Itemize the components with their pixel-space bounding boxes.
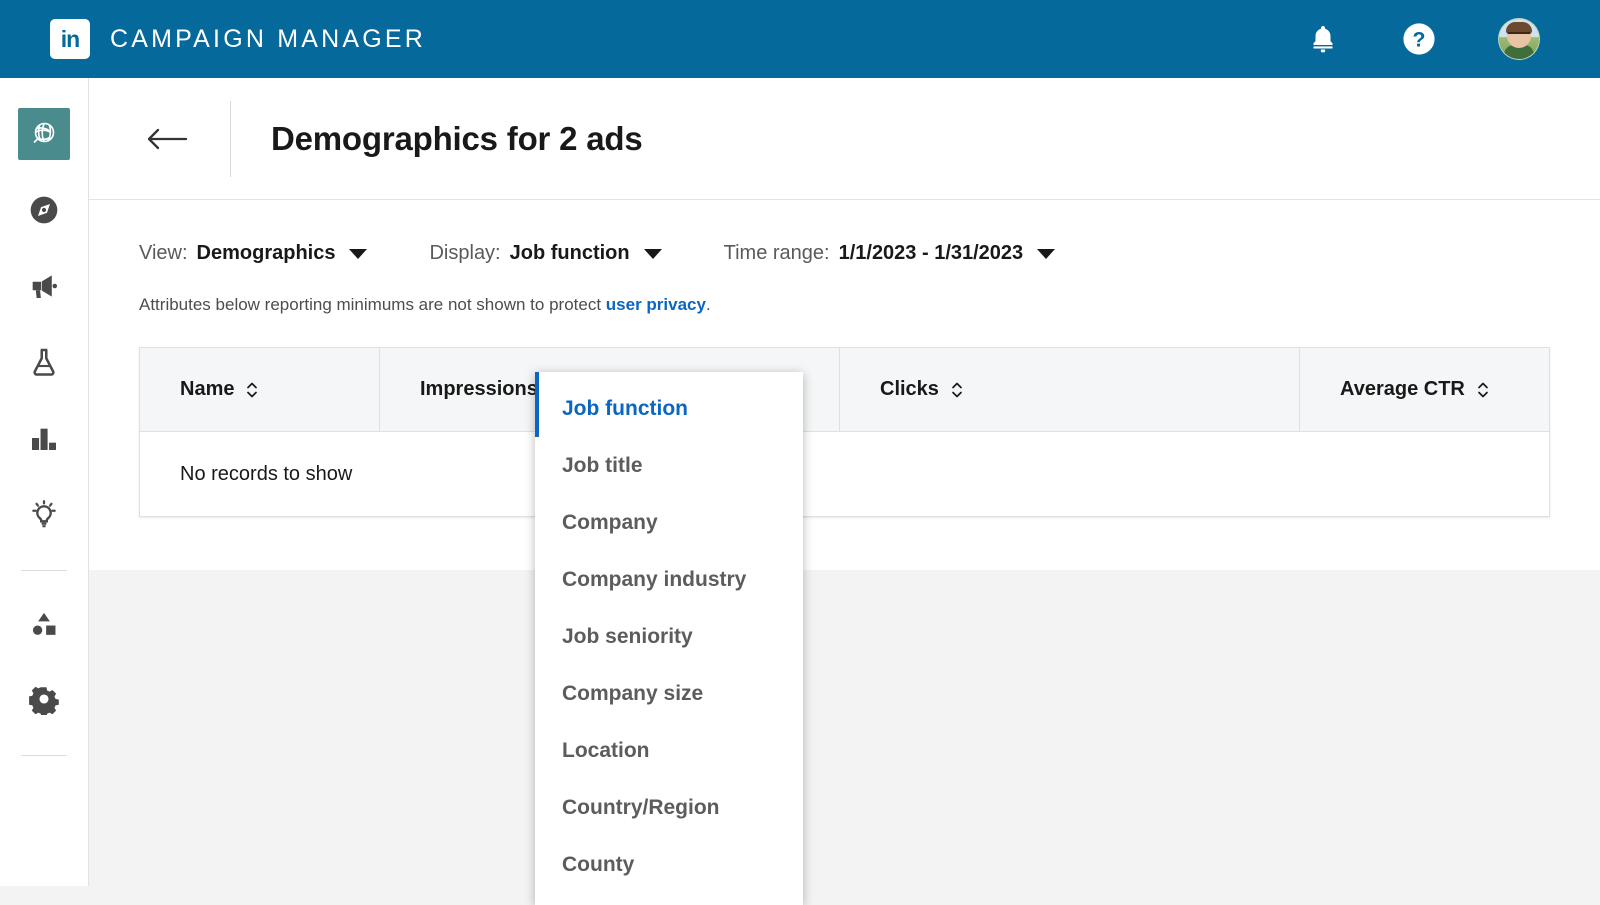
header-divider bbox=[230, 100, 231, 177]
sort-icon bbox=[244, 379, 260, 401]
dropdown-item-label: Company bbox=[562, 510, 658, 534]
sidebar bbox=[0, 78, 89, 886]
header-actions: ? bbox=[1306, 18, 1540, 60]
dropdown-item-location[interactable]: Location bbox=[535, 722, 803, 779]
time-range-filter-label: Time range: bbox=[723, 242, 830, 264]
time-range-filter-value: 1/1/2023 - 1/31/2023 bbox=[838, 242, 1024, 264]
dropdown-item-county[interactable]: County bbox=[535, 836, 803, 893]
column-impressions-label: Impressions bbox=[420, 378, 538, 400]
app-title: CAMPAIGN MANAGER bbox=[110, 24, 427, 53]
sidebar-item-settings[interactable] bbox=[18, 673, 70, 725]
sidebar-item-assets[interactable] bbox=[18, 597, 70, 649]
dropdown-item-job-seniority[interactable]: Job seniority bbox=[535, 608, 803, 665]
dropdown-item-label: Job title bbox=[562, 453, 643, 477]
arrow-left-glyph bbox=[147, 128, 188, 149]
dropdown-item-company[interactable]: Company bbox=[535, 494, 803, 551]
display-filter-value: Job function bbox=[509, 242, 630, 264]
privacy-note-period: . bbox=[705, 295, 711, 314]
dropdown-item-company-industry[interactable]: Company industry bbox=[535, 551, 803, 608]
column-clicks[interactable]: Clicks bbox=[840, 348, 1300, 431]
question-circle-glyph: ? bbox=[1403, 23, 1435, 55]
sort-icon bbox=[949, 379, 965, 401]
linkedin-logo-text: in bbox=[60, 25, 80, 52]
dropdown-item-label: Company size bbox=[562, 681, 704, 705]
column-name[interactable]: Name bbox=[140, 348, 380, 431]
filter-bar: View: Demographics Display: Job function… bbox=[139, 200, 1550, 265]
dropdown-item-label: County bbox=[562, 852, 635, 876]
page-header: Demographics for 2 ads bbox=[89, 78, 1600, 200]
sidebar-item-plan[interactable] bbox=[18, 184, 70, 236]
content-panel: View: Demographics Display: Job function… bbox=[89, 200, 1600, 570]
dropdown-item-label: Job seniority bbox=[562, 624, 693, 648]
column-average-ctr-label: Average CTR bbox=[1340, 378, 1465, 400]
sidebar-item-test[interactable] bbox=[18, 336, 70, 388]
help-icon[interactable]: ? bbox=[1402, 22, 1436, 56]
sidebar-item-account[interactable] bbox=[18, 108, 70, 160]
bar-chart-icon bbox=[32, 428, 56, 450]
main-area: Demographics for 2 ads View: Demographic… bbox=[89, 78, 1600, 905]
dropdown-item-label: Job function bbox=[562, 396, 688, 420]
compass-icon bbox=[30, 196, 58, 224]
lightbulb-icon bbox=[32, 500, 56, 528]
privacy-note: Attributes below reporting minimums are … bbox=[139, 295, 1550, 315]
display-dropdown-menu: Job function Job title Company Company i… bbox=[535, 372, 803, 905]
app-header: in CAMPAIGN MANAGER ? bbox=[0, 0, 1600, 78]
sidebar-divider-2 bbox=[21, 755, 67, 756]
sort-icon bbox=[1475, 379, 1491, 401]
dropdown-item-label: Company industry bbox=[562, 567, 747, 591]
user-privacy-link[interactable]: user privacy bbox=[606, 295, 706, 314]
display-filter[interactable]: Display: Job function bbox=[429, 242, 662, 265]
column-average-ctr[interactable]: Average CTR bbox=[1300, 348, 1549, 431]
sidebar-item-advertise[interactable] bbox=[18, 260, 70, 312]
chevron-down-icon bbox=[1037, 248, 1056, 259]
page-title: Demographics for 2 ads bbox=[271, 119, 643, 157]
back-arrow-icon[interactable] bbox=[144, 123, 190, 155]
view-filter-label: View: bbox=[139, 242, 188, 264]
linkedin-logo-icon: in bbox=[50, 19, 90, 59]
column-name-label: Name bbox=[180, 378, 235, 400]
table-empty-row: No records to show bbox=[140, 432, 1549, 516]
megaphone-icon bbox=[32, 275, 58, 299]
column-clicks-label: Clicks bbox=[880, 378, 939, 400]
empty-message: No records to show bbox=[180, 462, 353, 485]
table-header-row: Name Impressions Clicks Average CTR bbox=[140, 348, 1549, 432]
view-filter[interactable]: View: Demographics bbox=[139, 242, 368, 265]
dropdown-item-job-title[interactable]: Job title bbox=[535, 437, 803, 494]
dropdown-item-country-region[interactable]: Country/Region bbox=[535, 779, 803, 836]
notifications-icon[interactable] bbox=[1306, 22, 1340, 56]
sidebar-item-insights[interactable] bbox=[18, 488, 70, 540]
sidebar-divider-1 bbox=[21, 570, 67, 571]
dropdown-item-label: Country/Region bbox=[562, 795, 720, 819]
bell-glyph bbox=[1313, 26, 1333, 53]
dropdown-item-job-function[interactable]: Job function bbox=[535, 372, 803, 437]
chevron-down-icon bbox=[643, 248, 662, 259]
dropdown-item-company-size[interactable]: Company size bbox=[535, 665, 803, 722]
globe-sphere-icon bbox=[33, 122, 55, 144]
demographics-table: Name Impressions Clicks Average CTR No r… bbox=[139, 347, 1550, 517]
chevron-down-icon bbox=[349, 248, 368, 259]
gear-icon bbox=[29, 686, 59, 715]
dropdown-item-label: Location bbox=[562, 738, 650, 762]
avatar-glasses bbox=[1508, 32, 1530, 38]
avatar[interactable] bbox=[1498, 18, 1540, 60]
time-range-filter[interactable]: Time range: 1/1/2023 - 1/31/2023 bbox=[724, 242, 1056, 265]
brand[interactable]: in CAMPAIGN MANAGER bbox=[50, 19, 426, 59]
privacy-note-text: Attributes below reporting minimums are … bbox=[139, 295, 606, 314]
sidebar-item-analyze[interactable] bbox=[18, 412, 70, 464]
flask-icon bbox=[33, 348, 55, 376]
shapes-icon bbox=[32, 612, 56, 635]
svg-text:?: ? bbox=[1413, 28, 1426, 52]
view-filter-value: Demographics bbox=[196, 242, 336, 264]
display-filter-label: Display: bbox=[429, 242, 501, 264]
